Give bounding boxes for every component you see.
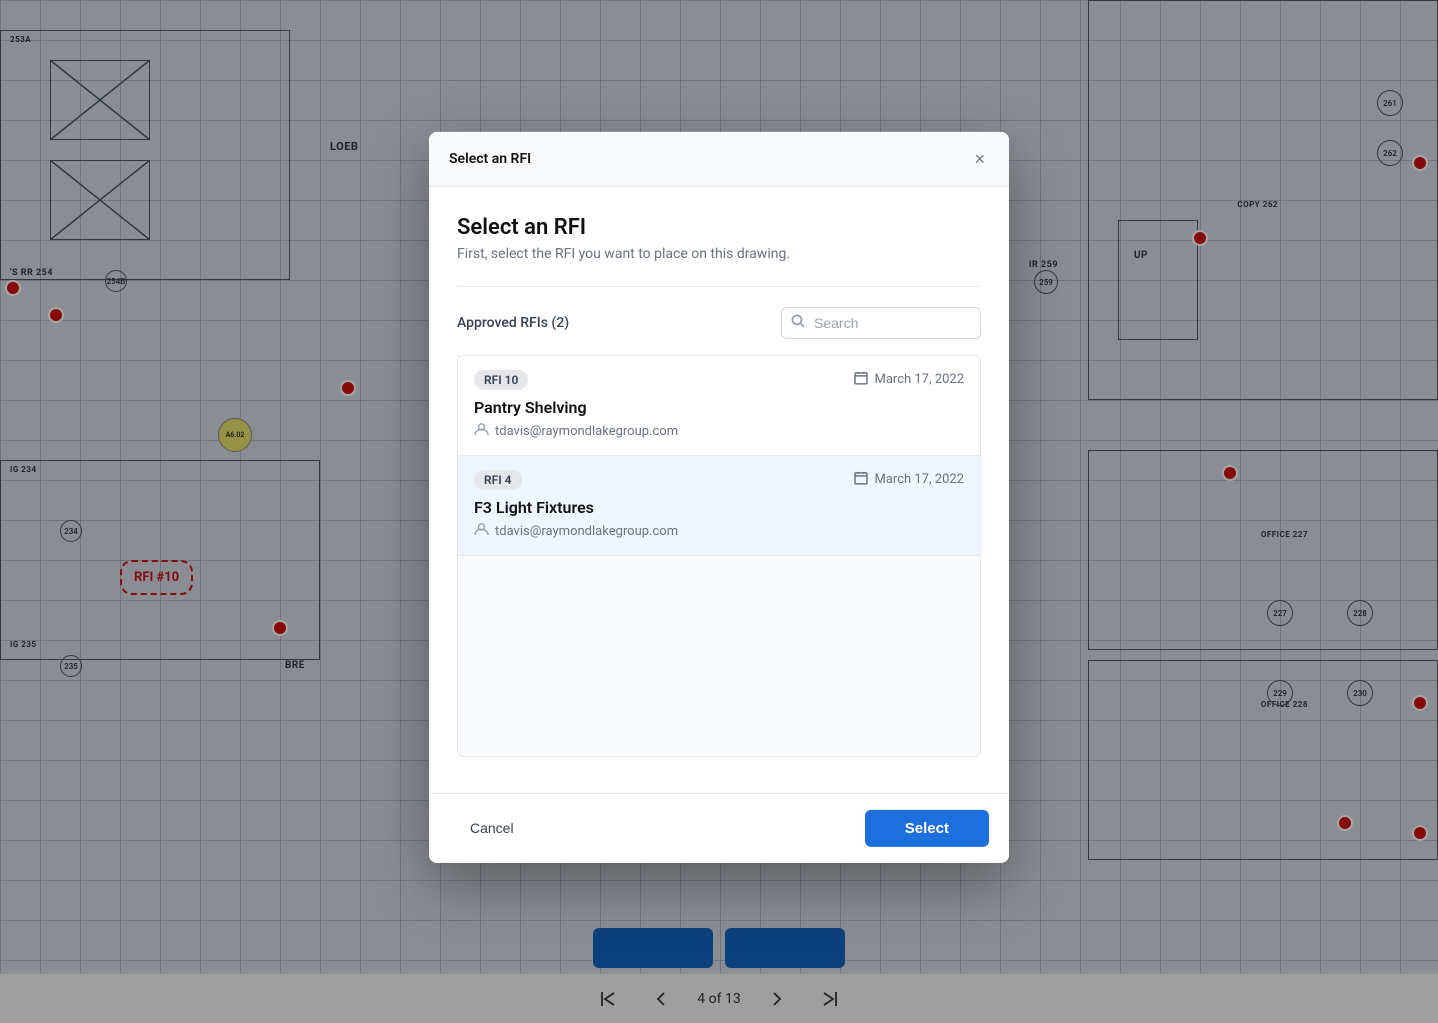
modal-header: Select an RFI ×	[429, 131, 1009, 186]
rfi-item-2[interactable]: RFI 4 March 17, 2022 F3 L	[458, 455, 980, 555]
search-icon	[791, 313, 805, 331]
rfi-date-1: March 17, 2022	[854, 370, 964, 388]
rfi-item-2-header: RFI 4 March 17, 2022	[474, 469, 964, 489]
modal-subtitle: First, select the RFI you want to place …	[457, 245, 981, 261]
select-button[interactable]: Select	[865, 809, 989, 846]
filter-label: Approved RFIs (2)	[457, 314, 569, 330]
rfi-item-1-header: RFI 10 March 17, 2022	[474, 369, 964, 389]
search-wrapper	[781, 306, 981, 338]
modal-dialog: Select an RFI × Select an RFI First, sel…	[429, 131, 1009, 862]
rfi-author-text-2: tdavis@raymondlakegroup.com	[495, 523, 678, 538]
calendar-icon-1	[854, 370, 868, 388]
rfi-item-1[interactable]: RFI 10 March 17, 2022 Pan	[458, 355, 980, 455]
cancel-button[interactable]: Cancel	[449, 810, 535, 846]
modal-header-title: Select an RFI	[449, 150, 531, 166]
rfi-date-2: March 17, 2022	[854, 470, 964, 488]
author-icon-1	[474, 421, 489, 440]
rfi-empty-area	[458, 555, 980, 755]
calendar-icon-2	[854, 470, 868, 488]
rfi-title-1: Pantry Shelving	[474, 397, 964, 416]
modal-divider	[457, 285, 981, 286]
author-icon-2	[474, 521, 489, 540]
modal-body: Select an RFI First, select the RFI you …	[429, 186, 1009, 792]
search-input[interactable]	[781, 306, 981, 338]
modal-footer: Cancel Select	[429, 792, 1009, 862]
rfi-badge-2: RFI 4	[474, 469, 522, 489]
filter-row: Approved RFIs (2)	[457, 306, 981, 338]
rfi-badge-1: RFI 10	[474, 369, 528, 389]
rfi-author-text-1: tdavis@raymondlakegroup.com	[495, 423, 678, 438]
rfi-title-2: F3 Light Fixtures	[474, 497, 964, 516]
modal-main-title: Select an RFI	[457, 214, 981, 239]
rfi-date-text-1: March 17, 2022	[874, 372, 964, 387]
rfi-date-text-2: March 17, 2022	[874, 472, 964, 487]
modal-close-button[interactable]: ×	[970, 147, 989, 169]
rfi-author-1: tdavis@raymondlakegroup.com	[474, 421, 964, 440]
rfi-author-2: tdavis@raymondlakegroup.com	[474, 521, 964, 540]
rfi-list: RFI 10 March 17, 2022 Pan	[457, 354, 981, 756]
